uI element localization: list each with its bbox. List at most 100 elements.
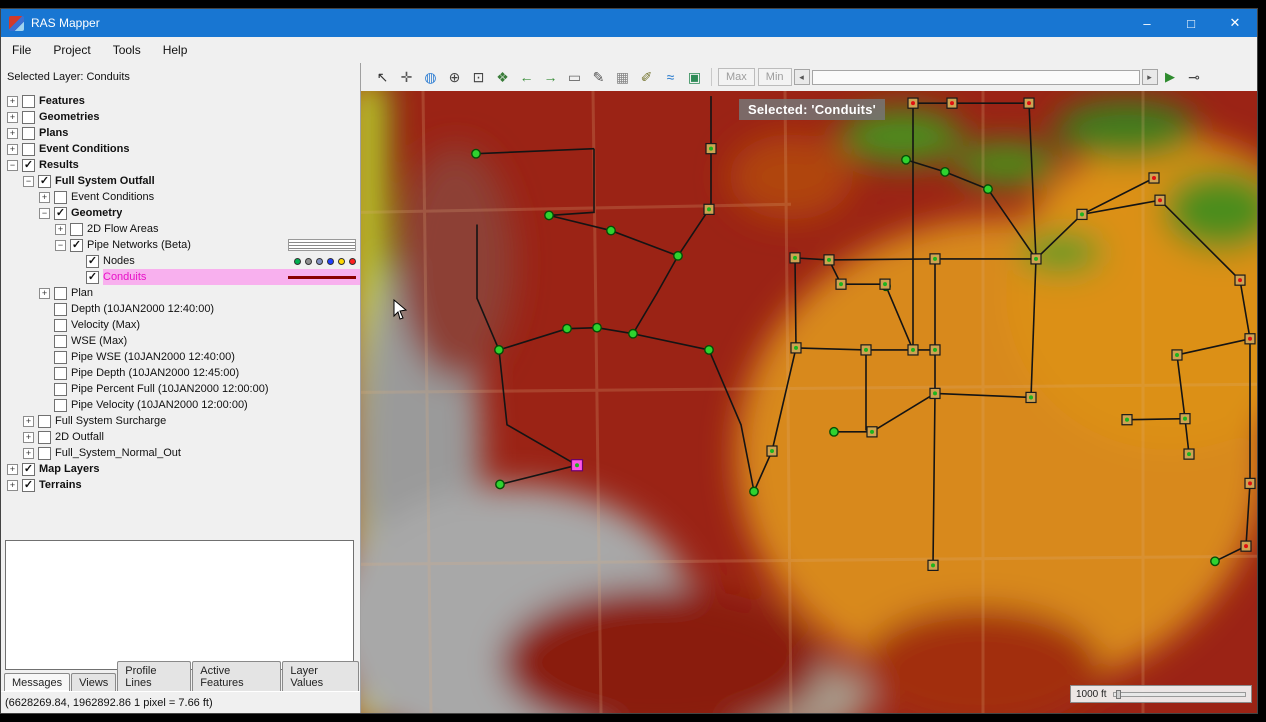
expand-plus-icon[interactable]: + [7,112,18,123]
tree-item-depth-10jan2000-12-40-00[interactable]: Depth (10JAN2000 12:40:00) [1,301,360,317]
tree-item-pipe-velocity-10jan2000-12-00-00[interactable]: Pipe Velocity (10JAN2000 12:00:00) [1,397,360,413]
close-button[interactable]: ✕ [1213,9,1257,37]
layer-checkbox[interactable] [38,415,51,428]
layer-checkbox[interactable] [54,303,67,316]
next-view-icon[interactable]: → [539,66,562,89]
expand-plus-icon[interactable]: + [23,448,34,459]
layer-checkbox[interactable] [54,367,67,380]
collapse-minus-icon[interactable]: − [7,160,18,171]
tree-item-geometries[interactable]: +Geometries [1,109,360,125]
zoom-out-icon[interactable]: ⊡ [467,66,490,89]
tree-item-event-conditions[interactable]: +Event Conditions [1,141,360,157]
tree-item-terrains[interactable]: +✓Terrains [1,477,360,493]
minimize-button[interactable]: – [1125,9,1169,37]
timeline-step-forward-button[interactable]: ▸ [1142,69,1158,85]
timeline-step-back-button[interactable]: ◂ [794,69,810,85]
tree-item-plans[interactable]: +Plans [1,125,360,141]
layer-checkbox[interactable] [22,143,35,156]
max-button[interactable]: Max [718,68,755,86]
layer-checkbox[interactable]: ✓ [70,239,83,252]
title-bar[interactable]: RAS Mapper – □ ✕ [1,9,1257,37]
play-animation-button[interactable]: ▶ [1159,66,1182,89]
layer-checkbox[interactable] [54,399,67,412]
expand-plus-icon[interactable]: + [7,480,18,491]
expand-plus-icon[interactable]: + [7,96,18,107]
animation-tool-icon[interactable]: ⊸ [1183,66,1206,89]
layer-checkbox[interactable] [54,287,67,300]
expand-plus-icon[interactable]: + [7,464,18,475]
tree-item-plan[interactable]: +Plan [1,285,360,301]
tree-item-conduits[interactable]: ✓Conduits [1,269,360,285]
profile-line-tool-icon[interactable]: ≈ [659,66,682,89]
layer-checkbox[interactable] [54,335,67,348]
tab-active-features[interactable]: Active Features [192,661,281,691]
timeline-slider[interactable] [812,70,1140,85]
tree-item-pipe-networks-beta[interactable]: −✓Pipe Networks (Beta) [1,237,360,253]
expand-plus-icon[interactable]: + [23,432,34,443]
maximize-button[interactable]: □ [1169,9,1213,37]
tab-messages[interactable]: Messages [4,673,70,691]
tree-item-event-conditions[interactable]: +Event Conditions [1,189,360,205]
menu-tools[interactable]: Tools [102,39,152,61]
tab-views[interactable]: Views [71,673,116,691]
tree-item-full-system-normal-out[interactable]: +Full_System_Normal_Out [1,445,360,461]
scale-groove[interactable] [1113,692,1246,697]
messages-box[interactable] [5,540,354,670]
menu-file[interactable]: File [1,39,42,61]
layer-checkbox[interactable] [70,223,83,236]
previous-view-icon[interactable]: ← [515,66,538,89]
layer-checkbox[interactable] [38,447,51,460]
tree-item-nodes[interactable]: ✓Nodes [1,253,360,269]
menu-project[interactable]: Project [42,39,101,61]
tree-item-wse-max[interactable]: WSE (Max) [1,333,360,349]
layer-checkbox[interactable] [22,95,35,108]
tree-item-pipe-depth-10jan2000-12-45-00[interactable]: Pipe Depth (10JAN2000 12:45:00) [1,365,360,381]
layer-checkbox[interactable]: ✓ [86,271,99,284]
tree-item-velocity-max[interactable]: Velocity (Max) [1,317,360,333]
expand-plus-icon[interactable]: + [39,288,50,299]
zoom-in-icon[interactable]: ⊕ [443,66,466,89]
expand-plus-icon[interactable]: + [7,144,18,155]
expand-plus-icon[interactable]: + [39,192,50,203]
tree-item-results[interactable]: −✓Results [1,157,360,173]
layer-checkbox[interactable]: ✓ [86,255,99,268]
tree-item-full-system-surcharge[interactable]: +Full System Surcharge [1,413,360,429]
tab-profile-lines[interactable]: Profile Lines [117,661,191,691]
tree-item-pipe-wse-10jan2000-12-40-00[interactable]: Pipe WSE (10JAN2000 12:40:00) [1,349,360,365]
expand-plus-icon[interactable]: + [55,224,66,235]
tree-item-pipe-percent-full-10jan2000-12-00-00[interactable]: Pipe Percent Full (10JAN2000 12:00:00) [1,381,360,397]
draw-tool-icon[interactable]: ✐ [635,66,658,89]
min-button[interactable]: Min [758,68,792,86]
layer-checkbox[interactable] [22,111,35,124]
menu-help[interactable]: Help [152,39,199,61]
tree-item-geometry[interactable]: −✓Geometry [1,205,360,221]
layer-checkbox[interactable] [54,383,67,396]
layer-checkbox[interactable] [22,127,35,140]
collapse-minus-icon[interactable]: − [23,176,34,187]
zoom-extents-icon[interactable]: ◍ [419,66,442,89]
map-canvas[interactable]: Selected: 'Conduits' 1000 ft [361,91,1257,713]
measure-tool-icon[interactable]: ▭ [563,66,586,89]
select-tool-icon[interactable]: ↖ [371,66,394,89]
collapse-minus-icon[interactable]: − [39,208,50,219]
layer-checkbox[interactable]: ✓ [54,207,67,220]
expand-plus-icon[interactable]: + [7,128,18,139]
zoom-window-icon[interactable]: ❖ [491,66,514,89]
tree-item-map-layers[interactable]: +✓Map Layers [1,461,360,477]
layer-checkbox[interactable] [38,431,51,444]
tree-item-2d-flow-areas[interactable]: +2D Flow Areas [1,221,360,237]
tree-item-features[interactable]: +Features [1,93,360,109]
collapse-minus-icon[interactable]: − [55,240,66,251]
layer-checkbox[interactable]: ✓ [38,175,51,188]
layer-checkbox[interactable]: ✓ [22,479,35,492]
layer-checkbox[interactable] [54,191,67,204]
layer-checkbox[interactable] [54,319,67,332]
edit-geometry-tool-icon[interactable]: ✎ [587,66,610,89]
pan-tool-icon[interactable]: ✛ [395,66,418,89]
tree-item-2d-outfall[interactable]: +2D Outfall [1,429,360,445]
tree-item-full-system-outfall[interactable]: −✓Full System Outfall [1,173,360,189]
expand-plus-icon[interactable]: + [23,416,34,427]
3d-viewer-tool-icon[interactable]: ▣ [683,66,706,89]
layer-checkbox[interactable] [54,351,67,364]
raster-grid-tool-icon[interactable]: ▦ [611,66,634,89]
